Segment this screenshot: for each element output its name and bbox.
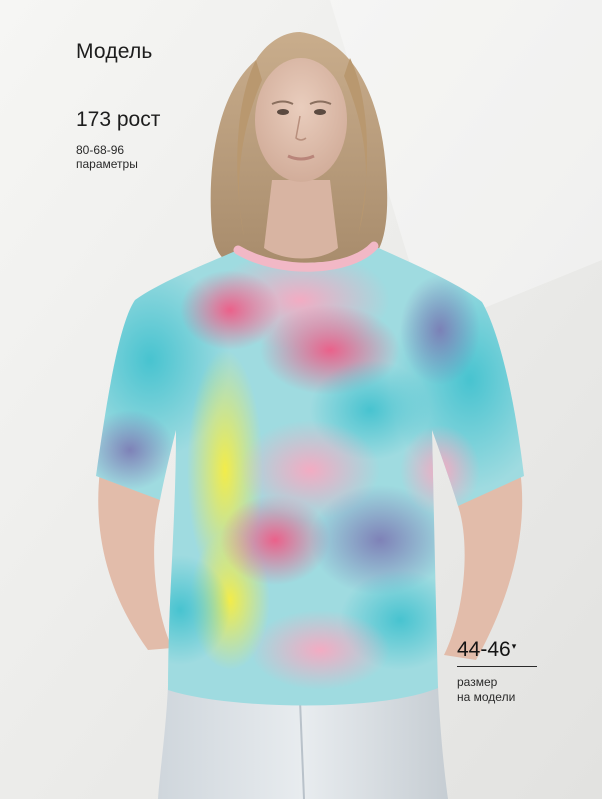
caret-down-icon: ▾ xyxy=(511,641,517,651)
model-height: 173 рост xyxy=(76,108,161,131)
model-size-block: 44-46▾ размер на модели xyxy=(457,638,539,704)
model-title: Модель xyxy=(76,40,153,63)
model-measurements-label: параметры xyxy=(76,157,138,171)
model-measurements: 80-68-96 xyxy=(76,143,125,157)
product-photo-card: Модель 173 рост 80-68-96 параметры 44-46… xyxy=(0,0,602,799)
model-size-value: 44-46 xyxy=(457,638,511,661)
size-label-line1: размер xyxy=(457,675,498,689)
size-label-line2: на модели xyxy=(457,690,516,704)
size-divider xyxy=(457,666,537,667)
